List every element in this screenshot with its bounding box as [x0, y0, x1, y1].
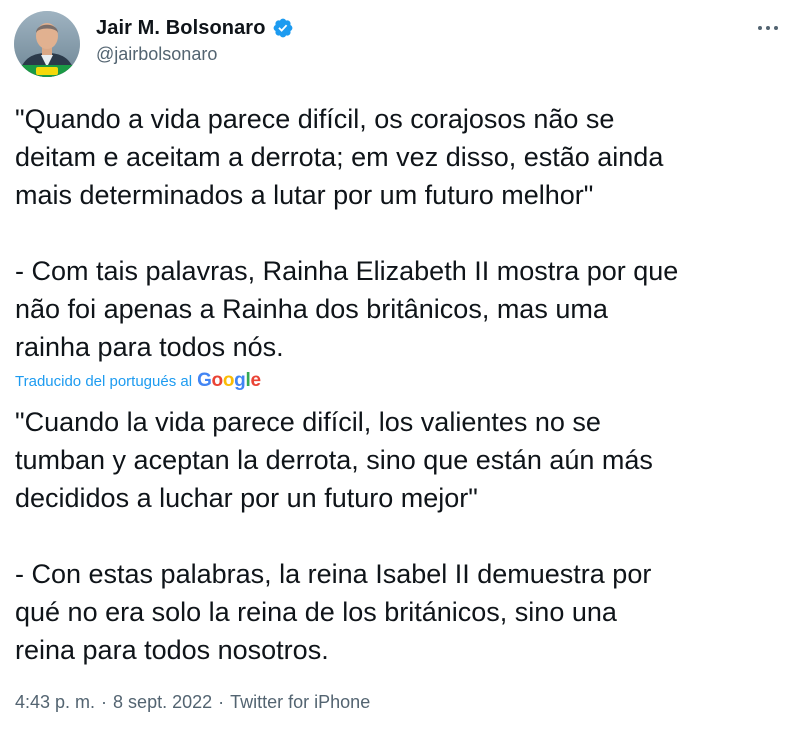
tweet-time[interactable]: 4:43 p. m.: [15, 692, 95, 713]
avatar[interactable]: [14, 11, 80, 77]
more-options-icon[interactable]: [752, 14, 784, 42]
google-logo-icon: Google: [197, 370, 261, 391]
tweet-translated-text: "Cuando la vida parece difícil, los vali…: [15, 407, 653, 665]
verified-badge-icon: [272, 17, 294, 39]
avatar-image: [14, 11, 80, 77]
meta-separator: ·: [218, 692, 225, 712]
author-name[interactable]: Jair M. Bolsonaro: [96, 17, 266, 40]
tweet-card: Jair M. Bolsonaro @jairbolsonaro "Quando…: [0, 0, 800, 729]
tweet-source[interactable]: Twitter for iPhone: [230, 692, 370, 713]
author-handle[interactable]: @jairbolsonaro: [96, 44, 217, 65]
tweet-meta: 4:43 p. m. · 8 sept. 2022 · Twitter for …: [15, 692, 370, 713]
meta-separator: ·: [101, 692, 108, 712]
tweet-original-text: "Quando a vida parece difícil, os corajo…: [15, 104, 679, 362]
translation-label: Traducido del portugués al: [15, 372, 193, 390]
tweet-date[interactable]: 8 sept. 2022: [113, 692, 212, 713]
author-name-row: Jair M. Bolsonaro: [96, 14, 294, 42]
translation-attribution[interactable]: Traducido del portugués al Google: [15, 370, 261, 392]
